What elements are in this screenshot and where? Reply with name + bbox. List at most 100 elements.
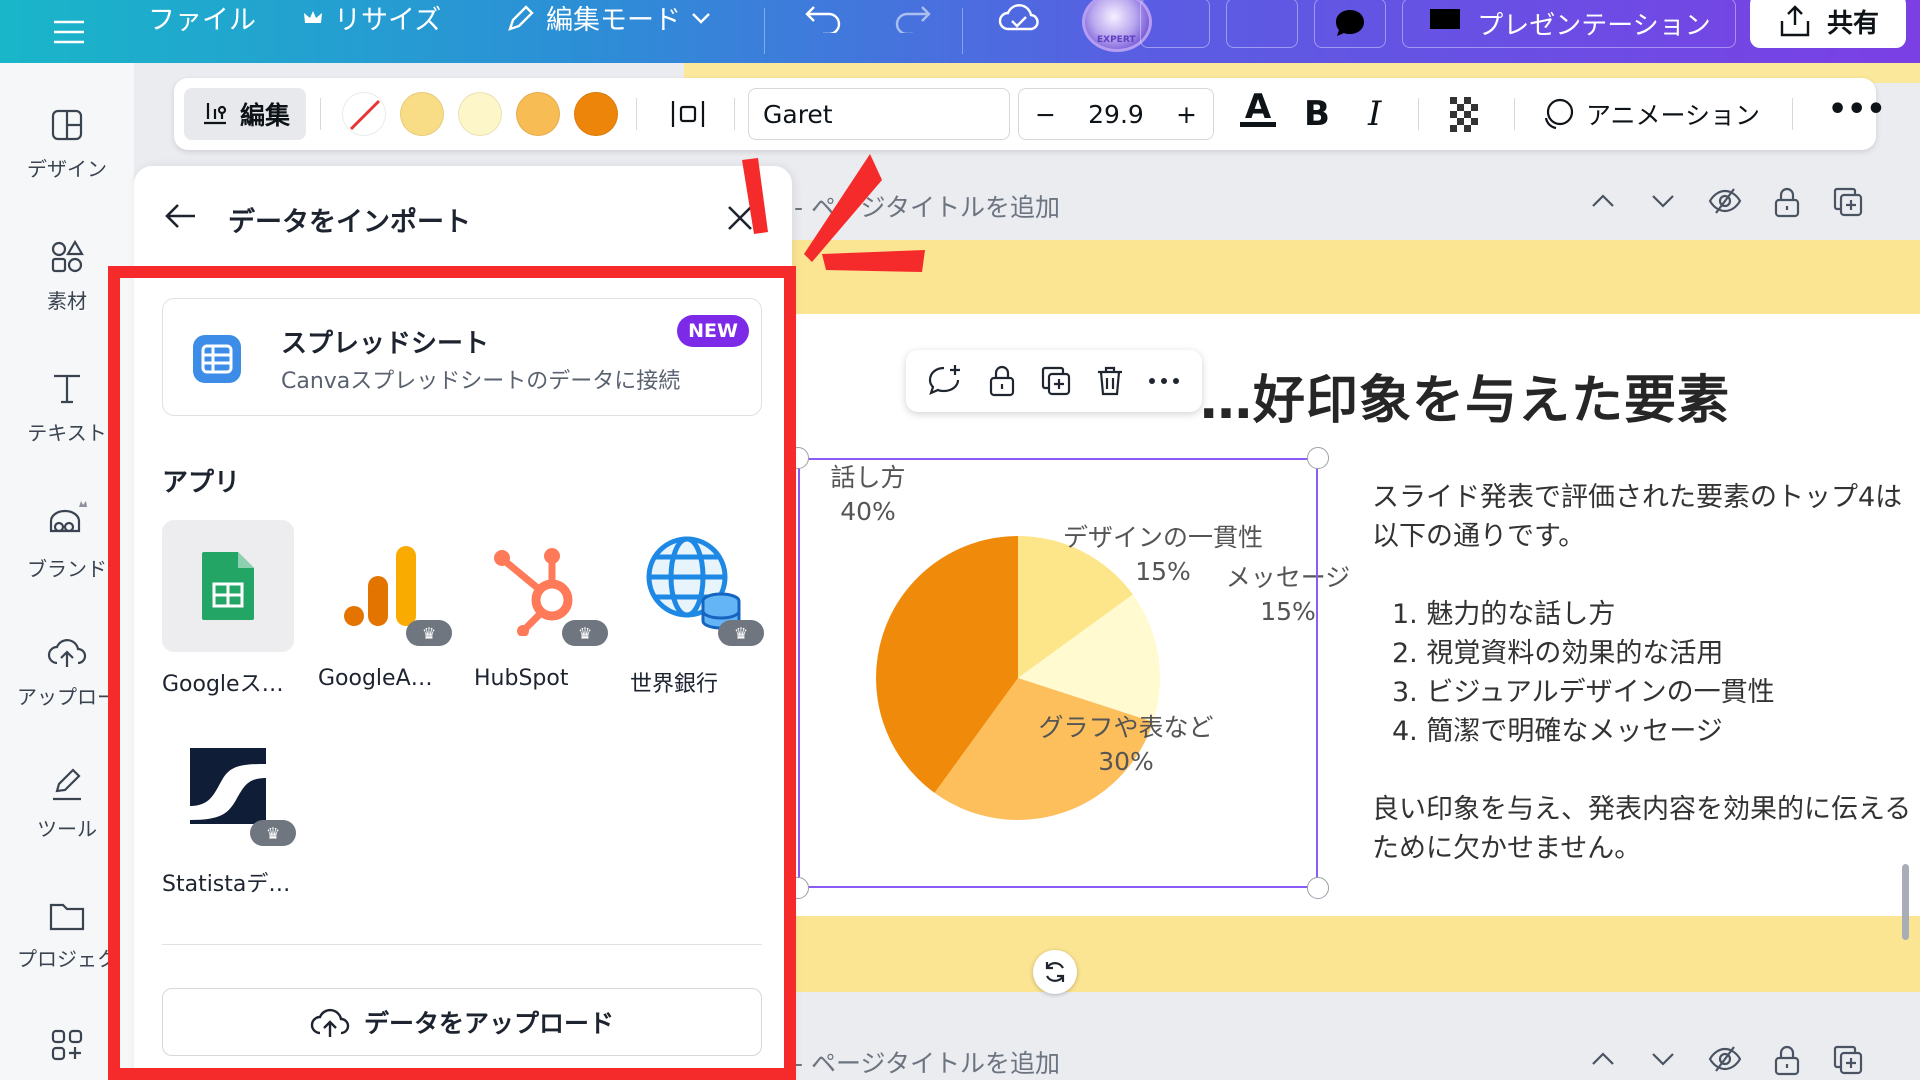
attention-marks [742,154,925,272]
more-horizontal-icon[interactable] [1147,376,1181,386]
toolbar-divider [1514,98,1515,130]
lock-icon[interactable] [987,364,1017,398]
font-size-decrease-button[interactable]: − [1035,100,1056,129]
topbar-divider [962,8,963,54]
edit-mode-menu[interactable]: 編集モード [494,0,723,49]
redo-button[interactable] [880,0,944,49]
rail-item-design[interactable]: デザイン [0,107,134,182]
resize-menu[interactable]: リサイズ [290,0,453,49]
chevron-up-icon[interactable] [1588,1044,1618,1074]
rotate-button[interactable] [1033,950,1077,994]
text-color-button[interactable]: A [1240,87,1276,136]
more-glyph: ••• [1828,92,1886,127]
more-options-button[interactable]: ••• [1828,92,1886,127]
arrow-left-icon[interactable] [164,202,198,230]
edit-chart-button[interactable]: 編集 [184,88,306,140]
animation-label: アニメーション [1586,101,1761,130]
edit-label: 編集 [239,101,290,130]
font-size-value[interactable]: 29.9 [1088,100,1144,129]
italic-glyph: I [1368,94,1382,134]
animation-button[interactable]: アニメーション [1540,92,1760,136]
color-swatch[interactable] [458,92,502,136]
present-button[interactable]: プレゼンテーション [1402,0,1736,48]
comments-button[interactable] [1314,0,1386,48]
font-size-increase-button[interactable]: + [1176,100,1197,129]
slide-heading[interactable]: …好印象を与えた要素 [1200,358,1730,433]
list-item: 1. 魅力的な話し方 [1392,599,1616,630]
rail-item-label: テキスト [27,421,107,445]
chevron-up-icon[interactable] [1588,186,1618,216]
comment-icon [1336,10,1364,36]
file-label: ファイル [148,5,256,36]
bold-button[interactable]: B [1304,92,1330,136]
share-button[interactable]: 共有 [1750,0,1906,48]
topbar-divider [764,8,765,54]
hide-page-icon[interactable] [1708,1044,1742,1074]
font-family-dropdown[interactable]: Garet [748,88,1010,140]
layout-icon [51,109,83,141]
panel-title: データをインポート [228,207,471,238]
context-toolbar: 編集 Garet − 29.9 + A B I アニメーション ••• [174,78,1886,150]
top-elements-list: 1. 魅力的な話し方 2. 視覚資料の効果的な活用 3. ビジュアルデザインの一… [1372,595,1912,751]
file-menu[interactable]: ファイル [136,0,268,49]
pencil-icon [508,4,534,31]
next-page-controls [1588,1044,1864,1076]
list-item: 2. 視覚資料の効果的な活用 [1392,638,1724,669]
plus-icon [1164,12,1186,34]
animation-icon [1544,98,1574,130]
text-color-bar [1240,122,1276,127]
vertical-scrollbar[interactable] [1902,864,1909,940]
avatar-badge-text: EXPERT [1097,35,1136,45]
transparency-icon [1450,97,1478,132]
text-color-glyph: A [1244,87,1272,127]
next-page-title-input[interactable]: - ページタイトルを追加 [794,1044,1060,1080]
spacing-button[interactable] [670,92,706,136]
insights-button[interactable] [1226,0,1298,48]
duplicate-page-icon[interactable] [1832,186,1864,218]
toolbar-divider [320,98,321,130]
undo-icon [805,5,841,33]
no-color-swatch[interactable] [342,92,386,136]
undo-button[interactable] [792,0,856,49]
toolbar-divider [734,98,735,130]
attention-stroke [804,154,882,262]
add-comment-icon[interactable] [927,363,965,399]
top-bar: ファイル リサイズ 編集モード EXPERT プレゼンテーション 共有 [0,0,1920,63]
trash-icon[interactable] [1095,364,1125,398]
chevron-down-icon[interactable] [1648,186,1678,216]
color-swatch[interactable] [516,92,560,136]
duplicate-icon[interactable] [1039,364,1073,398]
list-item: 3. ビジュアルデザインの一貫性 [1392,677,1775,708]
duplicate-page-icon[interactable] [1832,1044,1864,1076]
menu-button[interactable] [40,0,98,63]
resize-handle[interactable] [1307,877,1329,899]
transparency-button[interactable] [1448,92,1486,136]
redo-icon [895,5,931,33]
rail-item-label: ブランド [27,557,107,581]
italic-button[interactable]: I [1368,92,1381,136]
upload-cloud-icon [47,639,87,667]
save-status-button[interactable] [986,0,1052,49]
chevron-down-icon[interactable] [1648,1044,1678,1074]
lock-icon[interactable] [1772,1044,1802,1076]
color-swatch[interactable] [400,92,444,136]
toolbar-divider [1792,98,1793,130]
lock-icon[interactable] [1772,186,1802,218]
slide-body-text[interactable]: スライド発表で評価された要素のトップ4は以下の通りです。 1. 魅力的な話し方 … [1372,478,1912,868]
closing-paragraph: 良い印象を与え、発表内容を効果的に伝えるために欠かせません。 [1372,794,1912,864]
spacing-icon [671,101,705,127]
invite-button[interactable] [1140,0,1210,48]
rail-item-label: プロジェク [17,947,117,971]
list-item: 4. 簡潔で明確なメッセージ [1392,716,1723,747]
rail-item-label: ツール [37,817,97,841]
color-swatch[interactable] [574,92,618,136]
hide-page-icon[interactable] [1708,186,1742,216]
resize-handle[interactable] [1307,447,1329,469]
draw-icon [53,768,81,801]
elements-icon [51,239,84,273]
font-name: Garet [763,99,833,129]
bold-glyph: B [1304,94,1330,134]
present-icon [1430,9,1461,37]
share-upload-icon [1780,5,1810,37]
rail-item-label: アップロー [17,685,117,709]
